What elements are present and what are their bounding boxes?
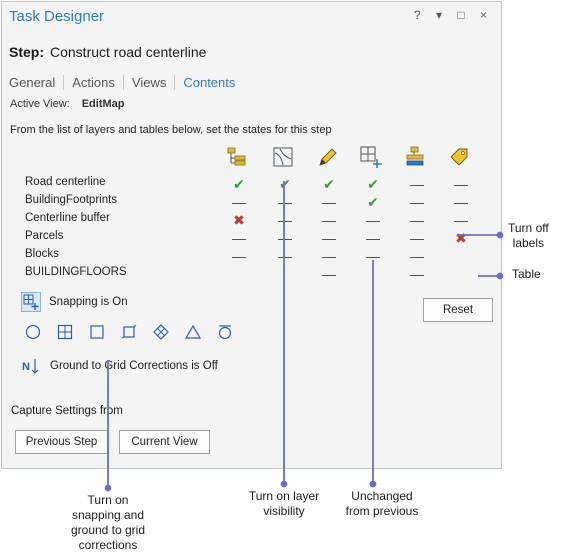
step-name: Construct road centerline — [50, 44, 207, 60]
checked-state-icon[interactable]: ✔ — [319, 177, 339, 191]
unchanged-state-icon[interactable]: — — [407, 267, 427, 281]
step-label: Step: — [9, 44, 44, 60]
ground-to-grid-icon: N — [22, 357, 42, 375]
edge-snap-icon[interactable] — [88, 323, 106, 341]
label-tag-icon[interactable] — [447, 145, 471, 169]
callout-snapping-grid: Turn on snapping and ground to grid corr… — [70, 493, 146, 552]
layer-row-label: BuildingFootprints — [25, 194, 118, 206]
tab-actions[interactable]: Actions — [64, 75, 124, 90]
snapping-on-icon — [21, 292, 41, 312]
unchanged-state-icon[interactable]: — — [407, 249, 427, 263]
unchanged-state-icon[interactable]: — — [319, 249, 339, 263]
help-icon[interactable]: ? — [414, 8, 427, 22]
table-row-label: BUILDINGFLOORS — [25, 266, 127, 278]
layer-row-label: Road centerline — [25, 176, 106, 188]
ground-to-grid-label: Ground to Grid Corrections is Off — [50, 360, 218, 372]
cleared-state-icon[interactable]: ✖ — [229, 213, 249, 227]
unchanged-state-icon[interactable]: — — [407, 231, 427, 245]
callout-layer-visibility: Turn on layer visibility — [248, 489, 320, 518]
unchanged-state-icon[interactable]: — — [363, 213, 383, 227]
reset-button[interactable]: Reset — [423, 298, 493, 322]
capture-settings-label: Capture Settings from — [11, 405, 123, 417]
unchanged-state-icon[interactable]: — — [451, 177, 471, 191]
unchanged-state-icon[interactable]: — — [407, 177, 427, 191]
unchanged-state-icon[interactable]: — — [229, 231, 249, 245]
visibility-icon[interactable] — [271, 145, 295, 169]
snapping-toggle[interactable]: Snapping is On — [21, 292, 128, 312]
unchanged-state-icon[interactable]: — — [363, 231, 383, 245]
unchanged-state-icon[interactable]: — — [275, 213, 295, 227]
checked-state-icon[interactable]: ✔ — [363, 177, 383, 191]
svg-text:N: N — [22, 361, 30, 373]
unchanged-state-icon[interactable]: — — [229, 249, 249, 263]
unchanged-state-icon[interactable]: — — [407, 195, 427, 209]
snapping-label: Snapping is On — [49, 296, 128, 308]
layer-row-label: Centerline buffer — [25, 212, 110, 224]
pane-title: Task Designer — [9, 8, 105, 25]
unchanged-state-icon[interactable]: — — [451, 195, 471, 209]
editable-pencil-icon[interactable] — [315, 145, 339, 169]
unchanged-state-icon[interactable]: — — [275, 231, 295, 245]
cleared-state-icon[interactable]: ✖ — [451, 231, 471, 245]
maximize-icon[interactable]: □ — [457, 8, 470, 22]
step-row: Step: Construct road centerline — [9, 44, 206, 60]
ground-to-grid-toggle[interactable]: N Ground to Grid Corrections is Off — [22, 357, 218, 375]
midpoint-snap-icon[interactable] — [184, 323, 202, 341]
snapping-icon[interactable] — [359, 145, 383, 169]
intersection-snap-icon[interactable] — [152, 323, 170, 341]
vertex-snap-icon[interactable] — [56, 323, 74, 341]
layer-selectable-icon[interactable] — [225, 145, 249, 169]
current-view-button[interactable]: Current View — [119, 430, 210, 454]
close-icon[interactable]: × — [480, 8, 493, 22]
layer-row-label: Blocks — [25, 248, 59, 260]
callout-unchanged: Unchanged from previous — [345, 489, 419, 518]
layer-stack-icon[interactable] — [403, 145, 427, 169]
point-snap-icon[interactable] — [24, 323, 42, 341]
unchanged-state-icon[interactable]: — — [275, 249, 295, 263]
layer-row-label: Parcels — [25, 230, 64, 242]
unchanged-state-icon[interactable]: — — [319, 231, 339, 245]
instructions-text: From the list of layers and tables below… — [10, 124, 332, 136]
callout-turn-off-labels: Turn off labels — [508, 221, 549, 250]
tab-views[interactable]: Views — [124, 75, 176, 90]
callout-table: Table — [512, 267, 541, 281]
unchanged-state-icon[interactable]: — — [451, 213, 471, 227]
previous-step-button[interactable]: Previous Step — [15, 430, 108, 454]
task-designer-pane: Task Designer ? ▾ □ × Step: Construct roa… — [1, 1, 502, 469]
active-view: Active View: EditMap — [10, 98, 125, 110]
unchanged-state-icon[interactable]: — — [363, 249, 383, 263]
unchanged-state-icon[interactable]: — — [319, 267, 339, 281]
unchanged-state-icon[interactable]: — — [275, 195, 295, 209]
window-controls: ? ▾ □ × — [414, 8, 493, 22]
menu-dropdown-icon[interactable]: ▾ — [436, 8, 448, 22]
tab-general[interactable]: General — [9, 75, 65, 90]
active-view-value: EditMap — [81, 98, 125, 110]
snap-tools — [24, 323, 234, 341]
unchanged-state-icon[interactable]: — — [407, 213, 427, 227]
end-snap-icon[interactable] — [120, 323, 138, 341]
checked-state-icon[interactable]: ✔ — [275, 177, 295, 191]
tangent-snap-icon[interactable] — [216, 323, 234, 341]
tab-contents[interactable]: Contents — [175, 75, 243, 90]
checked-state-icon[interactable]: ✔ — [229, 177, 249, 191]
checked-state-icon[interactable]: ✔ — [363, 195, 383, 209]
unchanged-state-icon[interactable]: — — [319, 195, 339, 209]
tab-bar: General Actions Views Contents — [9, 75, 243, 90]
active-view-label: Active View: — [10, 98, 70, 110]
unchanged-state-icon[interactable]: — — [319, 213, 339, 227]
unchanged-state-icon[interactable]: — — [229, 195, 249, 209]
